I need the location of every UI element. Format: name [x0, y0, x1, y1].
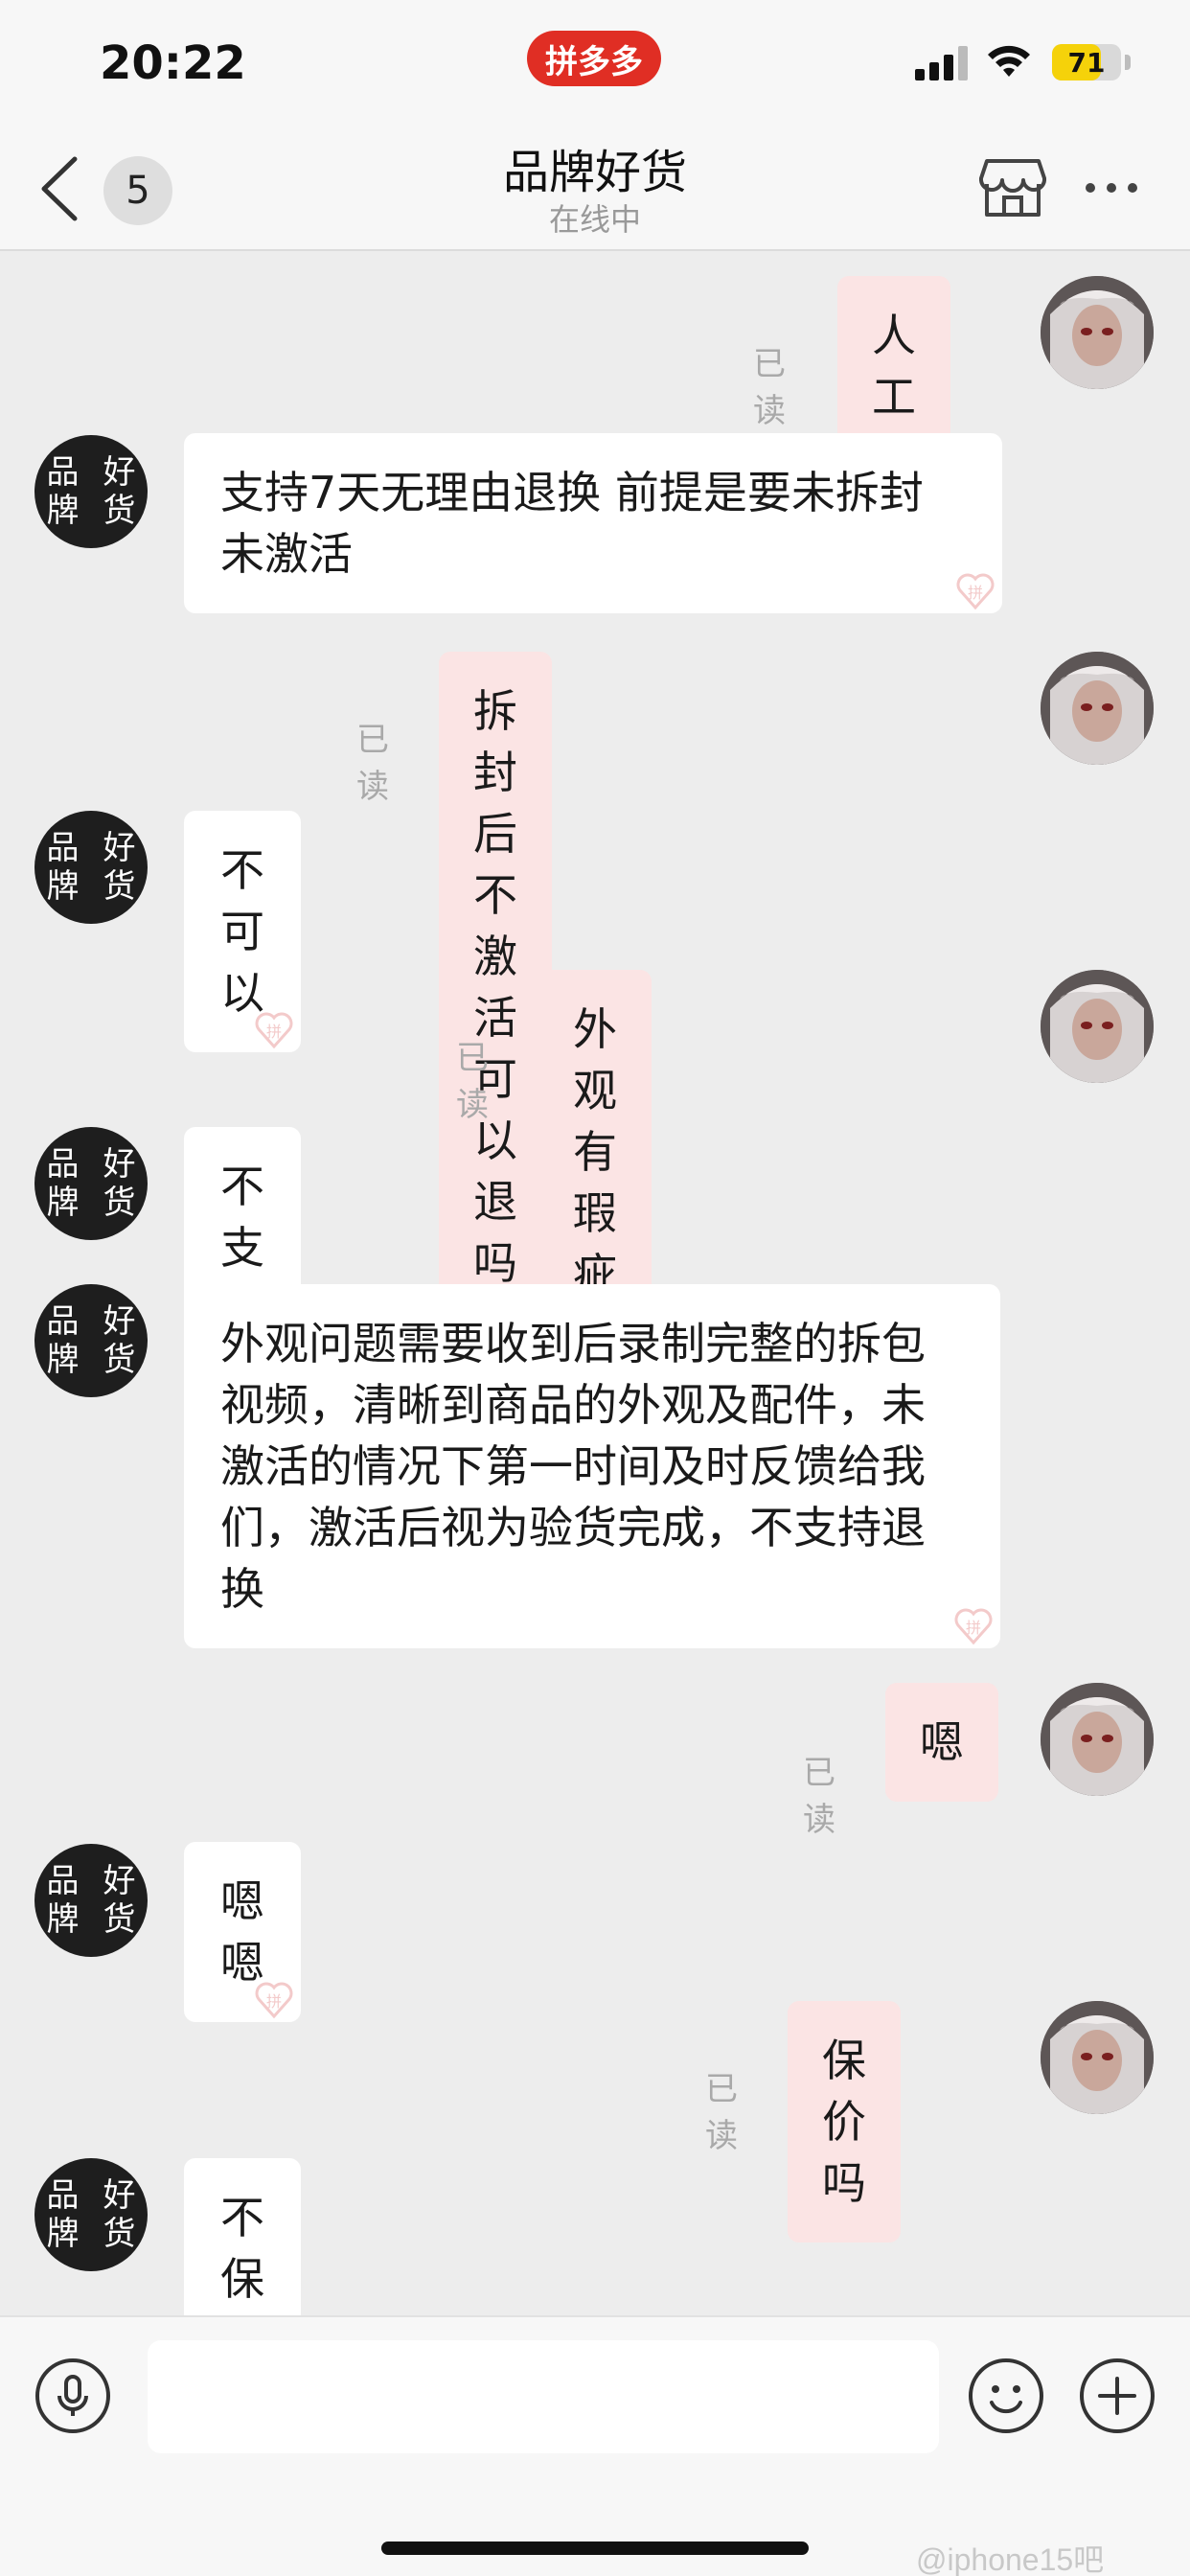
svg-text:拼: 拼: [266, 1992, 282, 2011]
message-text: 嗯嗯: [220, 1875, 264, 1989]
shop-avatar[interactable]: 品牌 好货: [34, 2158, 148, 2271]
message-bubble[interactable]: 不可以 拼: [184, 811, 301, 1052]
message-text: 拆封后不激活可以退吗: [473, 685, 517, 1289]
user-avatar[interactable]: [1041, 276, 1154, 389]
message-bubble[interactable]: 嗯: [885, 1683, 998, 1802]
user-avatar[interactable]: [1041, 2001, 1154, 2114]
read-receipt: 已读: [705, 2070, 738, 2155]
message-bubble[interactable]: 支持7天无理由退换 前提是要未拆封未激活 拼: [184, 433, 1002, 613]
store-icon[interactable]: [979, 157, 1046, 218]
battery-cap: [1125, 55, 1131, 70]
user-avatar[interactable]: [1041, 970, 1154, 1083]
shop-avatar[interactable]: 品牌 好货: [34, 1284, 148, 1397]
user-avatar[interactable]: [1041, 1683, 1154, 1796]
status-time: 20:22: [100, 36, 246, 90]
message-text: 人工: [872, 310, 916, 423]
message-text: 保价吗: [822, 2035, 866, 2209]
message-text: 不可以: [220, 844, 264, 1019]
battery-level: 71: [1067, 46, 1106, 79]
user-avatar[interactable]: [1041, 652, 1154, 765]
svg-text:拼: 拼: [966, 1619, 981, 1637]
shop-avatar[interactable]: 品牌 好货: [34, 1127, 148, 1240]
message-text: 嗯: [920, 1716, 964, 1768]
pdd-watermark-icon: 拼: [255, 1982, 293, 2019]
message-bubble[interactable]: 嗯嗯 拼: [184, 1842, 301, 2022]
signal-icon: [915, 46, 968, 80]
read-receipt: 已读: [456, 1039, 489, 1124]
chat-header: 5 品牌好货 在线中: [0, 125, 1190, 251]
emoji-icon[interactable]: [968, 2358, 1044, 2434]
wifi-icon: [988, 45, 1030, 77]
user-avatar-image: [1041, 652, 1154, 765]
svg-text:拼: 拼: [968, 584, 983, 602]
user-avatar-image: [1041, 1683, 1154, 1796]
read-receipt: 已读: [356, 721, 389, 806]
input-bar: @iphone15吧: [0, 2315, 1190, 2576]
message-text: 外观问题需要收到后录制完整的拆包视频，清晰到商品的外观及配件，未激活的情况下第一…: [220, 1318, 926, 1615]
user-avatar-image: [1041, 970, 1154, 1083]
plus-icon[interactable]: [1079, 2358, 1156, 2434]
pdd-watermark-icon: 拼: [954, 1608, 993, 1645]
shop-avatar[interactable]: 品牌 好货: [34, 811, 148, 924]
battery-icon: 71: [1052, 44, 1121, 80]
microphone-icon[interactable]: [34, 2358, 111, 2434]
user-avatar-image: [1041, 2001, 1154, 2114]
app-badge: 拼多多: [527, 31, 661, 86]
image-watermark: @iphone15吧: [916, 2542, 1105, 2576]
shop-avatar[interactable]: 品牌 好货: [34, 435, 148, 548]
shop-avatar[interactable]: 品牌 好货: [34, 1844, 148, 1957]
user-avatar-image: [1041, 276, 1154, 389]
more-icon[interactable]: [1083, 178, 1140, 197]
message-bubble[interactable]: 拆封后不激活可以退吗: [439, 652, 552, 1322]
read-receipt: 已读: [803, 1754, 835, 1839]
status-bar: 20:22 拼多多 71: [0, 0, 1190, 125]
pdd-watermark-icon: 拼: [956, 573, 995, 610]
message-input[interactable]: [148, 2340, 939, 2453]
message-bubble[interactable]: 外观问题需要收到后录制完整的拆包视频，清晰到商品的外观及配件，未激活的情况下第一…: [184, 1284, 1000, 1648]
message-bubble[interactable]: 保价吗: [788, 2001, 901, 2242]
message-bubble[interactable]: 人工: [837, 276, 950, 456]
pdd-watermark-icon: 拼: [255, 1012, 293, 1049]
read-receipt: 已读: [753, 345, 786, 430]
svg-text:拼: 拼: [266, 1023, 282, 1041]
message-text: 支持7天无理由退换 前提是要未拆封未激活: [220, 467, 924, 580]
home-indicator: [381, 2542, 809, 2555]
